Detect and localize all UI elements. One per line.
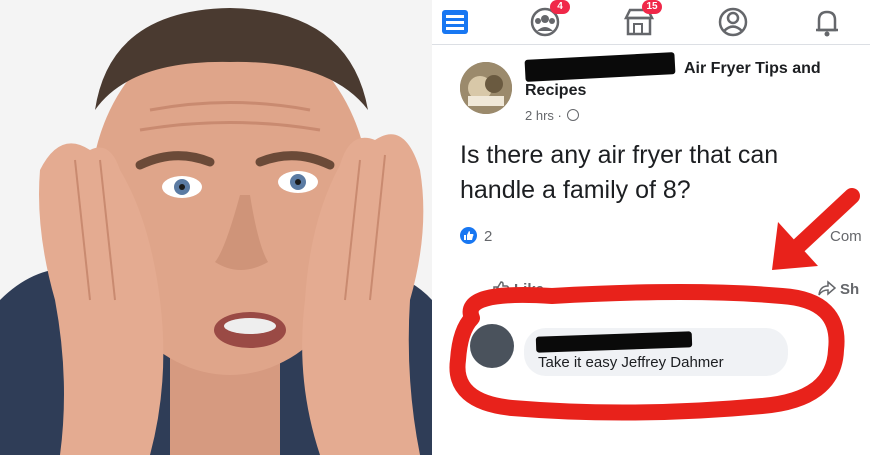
- reaction-count[interactable]: 2: [484, 228, 492, 245]
- post-body: Is there any air fryer that can handle a…: [460, 138, 860, 208]
- share-icon: [818, 280, 837, 296]
- top-navbar: 4 15: [432, 0, 870, 45]
- post-text-line1: Is there any air fryer that can: [460, 141, 779, 169]
- group-name[interactable]: Air Fryer Tips and: [684, 60, 821, 78]
- redacted-name-bar: [524, 52, 676, 82]
- marketplace-icon[interactable]: 15: [622, 0, 662, 38]
- man-shocked-illustration: [0, 0, 432, 455]
- group-avatar[interactable]: [460, 62, 512, 114]
- like-icon: [493, 281, 510, 296]
- marketplace-badge: 15: [642, 0, 662, 14]
- menu-icon[interactable]: [438, 6, 472, 38]
- timestamp-text: 2 hrs ·: [525, 108, 562, 123]
- bell-icon[interactable]: [810, 6, 844, 38]
- groups-icon[interactable]: 4: [528, 0, 570, 38]
- globe-icon: [567, 109, 580, 121]
- share-button[interactable]: Sh: [818, 280, 859, 298]
- share-label: Sh: [840, 281, 860, 298]
- group-name-continued[interactable]: Recipes: [525, 82, 586, 100]
- commenter-avatar[interactable]: [470, 324, 514, 368]
- profile-icon[interactable]: [716, 6, 750, 38]
- groups-badge: 4: [550, 0, 570, 14]
- post-text-line2: handle a family of 8?: [460, 176, 691, 204]
- comment-text: Take it easy Jeffrey Dahmer: [538, 354, 724, 371]
- post-timestamp: 2 hrs ·: [525, 108, 580, 123]
- comments-count-link[interactable]: Com: [830, 228, 862, 245]
- like-reaction-icon[interactable]: [460, 227, 477, 244]
- reaction-photo: [0, 0, 432, 455]
- facebook-post-screenshot: 4 15 Air Fryer Tips and Recipes 2 hrs · …: [432, 0, 870, 455]
- like-button[interactable]: Like: [492, 280, 544, 298]
- like-label: Like: [514, 281, 545, 298]
